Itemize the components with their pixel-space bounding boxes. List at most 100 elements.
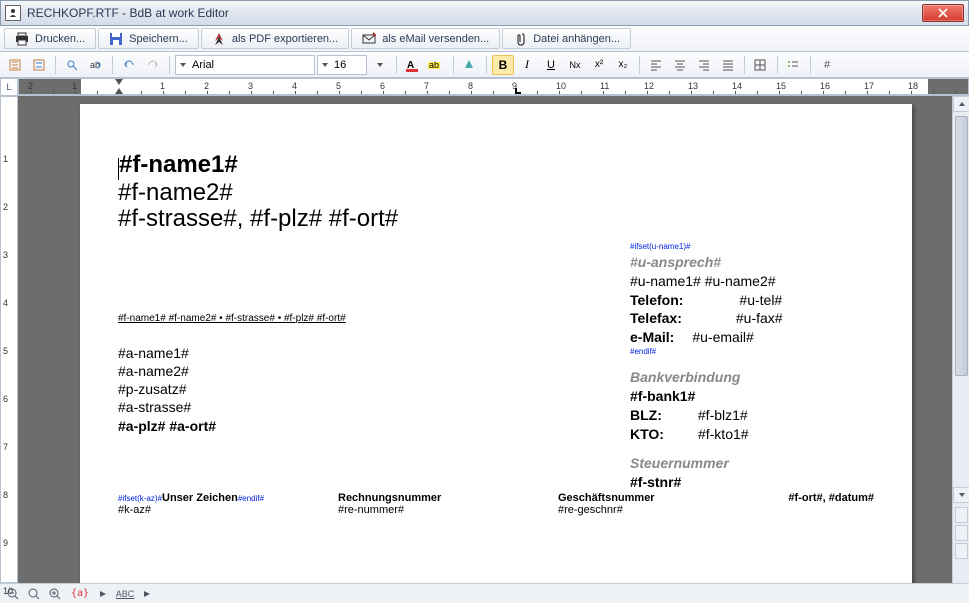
scroll-up-icon[interactable] <box>953 96 969 112</box>
font-color-button[interactable]: A <box>402 55 424 75</box>
pdf-label: als PDF exportieren... <box>232 33 338 45</box>
doc-blz: #f-blz1# <box>698 407 748 423</box>
separator <box>169 56 170 74</box>
table-button[interactable] <box>750 55 772 75</box>
attach-file-button[interactable]: Datei anhängen... <box>502 28 631 49</box>
save-button[interactable]: Speichern... <box>98 28 199 49</box>
vertical-scrollbar[interactable] <box>952 96 969 583</box>
doc-stnr: #f-stnr# <box>630 473 783 492</box>
doc-tel-label: Telefon: <box>630 292 683 308</box>
align-center-icon[interactable] <box>669 55 691 75</box>
more-icon[interactable] <box>840 55 862 75</box>
underline-button[interactable]: U <box>540 55 562 75</box>
separator <box>112 56 113 74</box>
tool-icon-1[interactable] <box>4 55 26 75</box>
doc-blz-label: BLZ: <box>630 407 662 423</box>
status-bar: {a} ABC <box>0 583 969 603</box>
highlight-button[interactable]: ab <box>426 55 448 75</box>
close-button[interactable] <box>922 4 964 22</box>
ruler-corner: L <box>0 78 18 96</box>
align-left-icon[interactable] <box>645 55 667 75</box>
doc-rnr-label: Rechnungsnummer <box>338 492 441 504</box>
align-right-icon[interactable] <box>693 55 715 75</box>
work-area: 12345678910 #f-name1# #f-name2# #f-stras… <box>0 96 969 583</box>
email-label: als eMail versenden... <box>382 33 489 45</box>
attach-label: Datei anhängen... <box>533 33 620 45</box>
doc-b-endif: #endif# <box>238 494 264 503</box>
doc-b-ifset: #ifset(k-az)# <box>118 494 162 503</box>
doc-stnr-label: Steuernummer <box>630 454 783 473</box>
svg-text:ab: ab <box>429 60 439 70</box>
italic-button[interactable]: I <box>516 55 538 75</box>
vertical-ruler[interactable]: 12345678910 <box>0 96 18 583</box>
scroll-page-up-icon[interactable] <box>955 507 968 523</box>
find-replace-icon[interactable]: ab <box>85 55 107 75</box>
doc-email: #u-email# <box>692 329 753 345</box>
status-arrow2-icon[interactable] <box>140 586 154 602</box>
canvas[interactable]: #f-name1# #f-name2# #f-strasse#, #f-plz#… <box>18 96 969 583</box>
undo-icon[interactable] <box>118 55 140 75</box>
doc-header-1: #f-name1# <box>119 151 238 178</box>
separator <box>810 56 811 74</box>
bold-button[interactable]: B <box>492 55 514 75</box>
separator <box>744 56 745 74</box>
scroll-down-icon[interactable] <box>953 487 969 503</box>
doc-fax-label: Telefax: <box>630 310 682 326</box>
doc-zeichen-label: Unser Zeichen <box>162 492 238 504</box>
status-abc-icon[interactable]: ABC <box>113 586 137 602</box>
doc-kaz: #k-az# <box>118 504 151 516</box>
main-toolbar: Drucken... Speichern... als PDF exportie… <box>0 26 969 52</box>
title-bar: RECHKOPF.RTF - BdB at work Editor <box>0 0 969 26</box>
scroll-thumb[interactable] <box>955 116 968 376</box>
doc-bottom-row: #ifset(k-az)#Unser Zeichen#endif# #k-az#… <box>118 492 874 516</box>
font-family-combo[interactable]: Arial <box>175 55 315 75</box>
chevron-down-icon <box>180 63 186 67</box>
doc-bank: #f-bank1# <box>630 387 783 406</box>
align-justify-icon[interactable] <box>717 55 739 75</box>
tool-icon-2[interactable] <box>28 55 50 75</box>
pdf-export-button[interactable]: als PDF exportieren... <box>201 28 349 49</box>
font-size-combo[interactable]: 16 <box>317 55 367 75</box>
horizontal-ruler[interactable]: 12123456789101112131415161718 <box>18 78 969 95</box>
ruler-margin <box>928 79 968 94</box>
font-size-down-icon[interactable] <box>369 55 391 75</box>
doc-header-3: #f-strasse#, #f-plz# #f-ort# <box>118 205 398 232</box>
zoom-in-icon[interactable] <box>46 586 64 602</box>
doc-endif: #endif# <box>630 347 783 358</box>
save-label: Speichern... <box>129 33 188 45</box>
status-arrow-icon[interactable] <box>96 586 110 602</box>
print-button[interactable]: Drucken... <box>4 28 96 49</box>
doc-gnr-label: Geschäftsnummer <box>558 492 655 504</box>
email-send-button[interactable]: als eMail versenden... <box>351 28 500 49</box>
shading-button[interactable] <box>459 55 481 75</box>
separator <box>777 56 778 74</box>
smallcaps-button[interactable]: Nx <box>564 55 586 75</box>
separator <box>486 56 487 74</box>
separator <box>396 56 397 74</box>
svg-text:ab: ab <box>90 60 100 70</box>
zoom-reset-icon[interactable] <box>25 586 43 602</box>
doc-unames: #u-name1# #u-name2# <box>630 272 783 291</box>
insert-field-icon[interactable]: # <box>816 55 838 75</box>
find-icon[interactable] <box>61 55 83 75</box>
bullets-button[interactable] <box>783 55 805 75</box>
app-icon <box>5 5 21 21</box>
document-page[interactable]: #f-name1# #f-name2# #f-strasse#, #f-plz#… <box>80 104 912 583</box>
print-label: Drucken... <box>35 33 85 45</box>
separator <box>55 56 56 74</box>
doc-email-label: e-Mail: <box>630 329 674 345</box>
subscript-button[interactable]: x₂ <box>612 55 634 75</box>
chevron-down-icon <box>322 63 328 67</box>
separator <box>453 56 454 74</box>
doc-gnr: #re-geschnr# <box>558 504 623 516</box>
doc-bank-label: Bankverbindung <box>630 368 783 387</box>
scroll-mark-icon[interactable] <box>955 525 968 541</box>
redo-icon[interactable] <box>142 55 164 75</box>
doc-ifset: #ifset(u-name1)# <box>630 242 783 253</box>
horizontal-ruler-row: L 12123456789101112131415161718 <box>0 78 969 96</box>
doc-right-column: #ifset(u-name1)# #u-ansprech# #u-name1# … <box>630 242 783 491</box>
doc-fax: #u-fax# <box>736 310 783 326</box>
scroll-page-down-icon[interactable] <box>955 543 968 559</box>
superscript-button[interactable]: x² <box>588 55 610 75</box>
status-braces-icon[interactable]: {a} <box>67 586 93 602</box>
